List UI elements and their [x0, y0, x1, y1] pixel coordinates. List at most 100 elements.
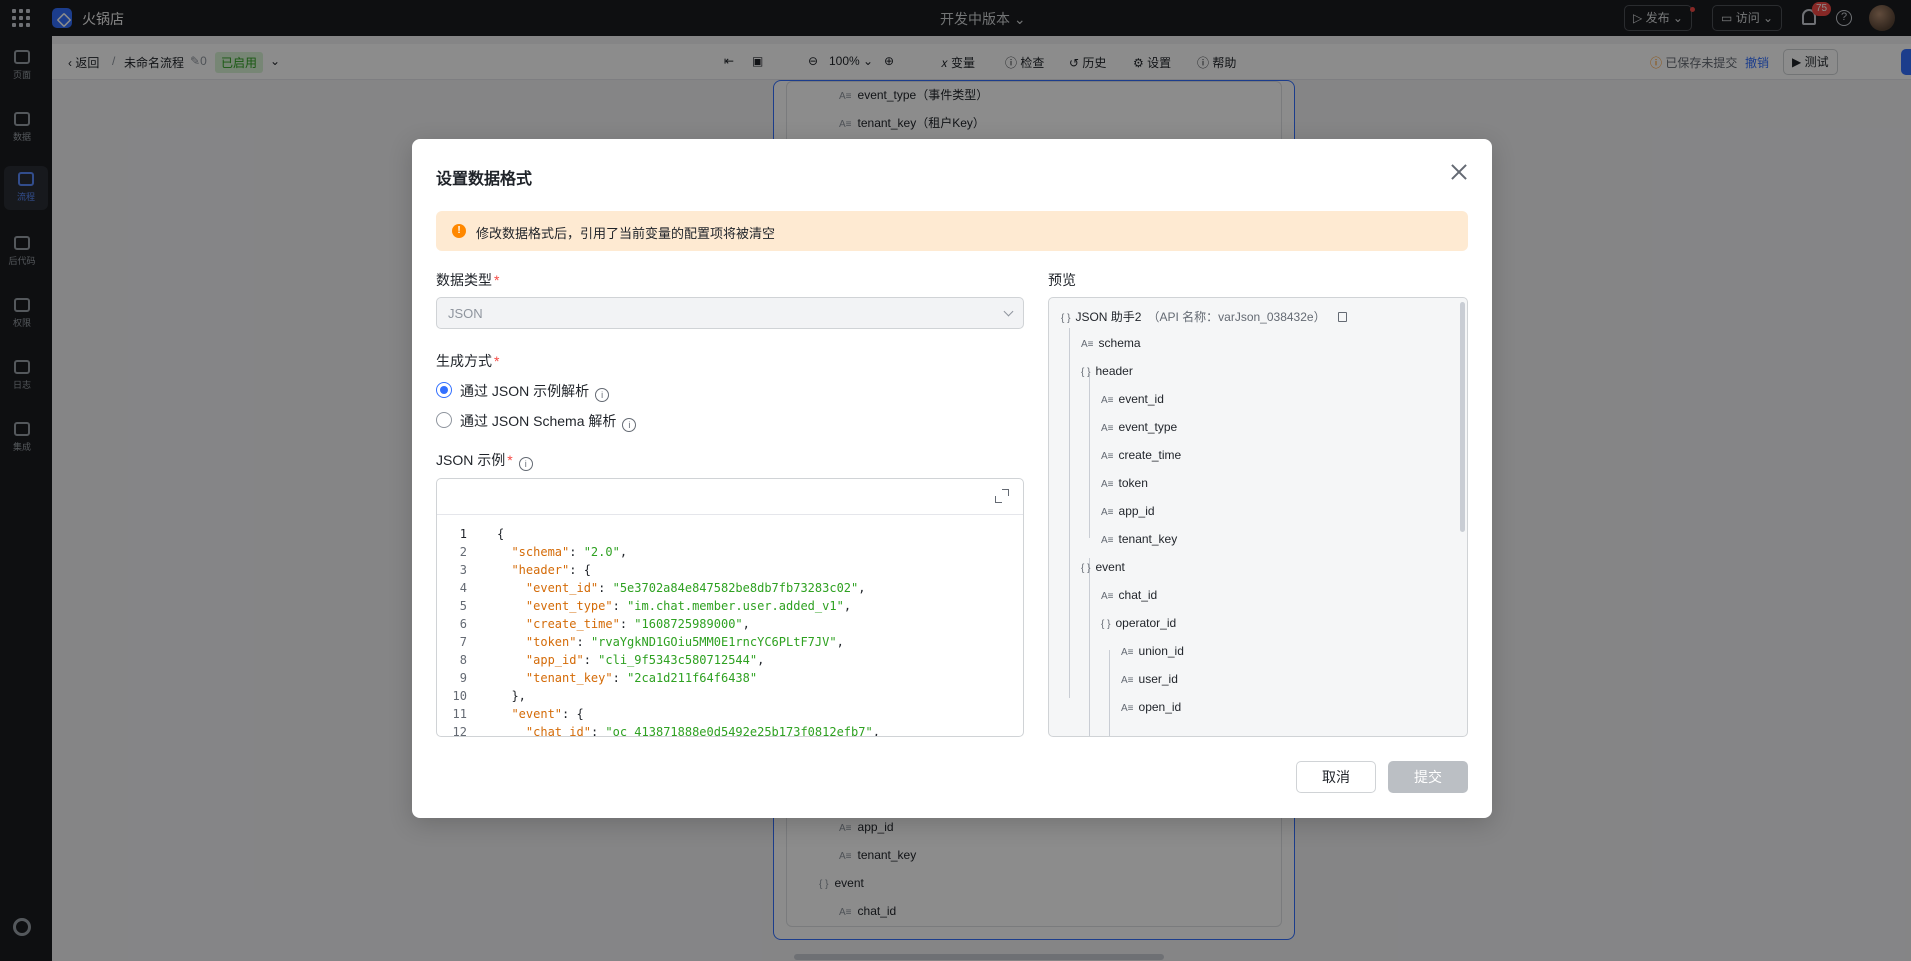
- preview-item-name: token: [1118, 476, 1148, 490]
- expand-icon[interactable]: [995, 489, 1009, 503]
- code-token: :: [612, 599, 628, 613]
- code-line: 2 "schema": "2.0",: [437, 543, 1023, 561]
- preview-scrollbar[interactable]: [1460, 302, 1465, 532]
- gen-method-label: 生成方式 *: [436, 351, 499, 371]
- object-type-icon: { }: [1081, 563, 1091, 574]
- object-type-icon: { }: [1081, 367, 1091, 378]
- gen-method-label-text: 生成方式: [436, 353, 492, 369]
- radio-label-text: 通过 JSON 示例解析: [460, 383, 590, 399]
- text-type-icon: A≡: [1101, 423, 1114, 434]
- code-line: 4 "event_id": "5e3702a84e847582be8db7fb7…: [437, 579, 1023, 597]
- code-text: "event": {: [497, 705, 584, 723]
- text-type-icon: A≡: [1101, 479, 1114, 490]
- preview-tree-item: A≡ create_time: [1101, 448, 1181, 468]
- tree-guide-line: [1069, 328, 1070, 698]
- preview-tree-item: A≡ token: [1101, 476, 1148, 496]
- info-icon[interactable]: i: [622, 418, 637, 432]
- code-token: ,: [619, 545, 628, 559]
- code-token: "2.0": [583, 545, 620, 559]
- alert-text: 修改数据格式后，引用了当前变量的配置项将被清空: [476, 226, 776, 241]
- data-type-value: JSON: [448, 306, 483, 321]
- line-number: 8: [459, 653, 467, 667]
- preview-item-name: union_id: [1138, 644, 1184, 658]
- code-text: "event_id": "5e3702a84e847582be8db7fb732…: [497, 579, 866, 597]
- cancel-button[interactable]: 取消: [1296, 761, 1376, 793]
- data-type-label-text: 数据类型: [436, 272, 492, 288]
- line-number: 1: [459, 527, 467, 541]
- code-token: "schema": [511, 545, 570, 559]
- code-line: 8 "app_id": "cli_9f5343c580712544",: [437, 651, 1023, 669]
- line-number: 11: [452, 707, 467, 721]
- code-token: "tenant_key": [525, 671, 613, 685]
- info-icon[interactable]: i: [595, 388, 610, 402]
- code-token: :: [583, 653, 599, 667]
- preview-root: { } JSON 助手2 （API 名称：varJson_038432e）: [1061, 308, 1347, 328]
- code-token: "event_type": [525, 599, 613, 613]
- line-number: 7: [459, 635, 467, 649]
- code-area[interactable]: 1{2 "schema": "2.0", 3 "header": {4 "even…: [437, 525, 1023, 737]
- data-type-label: 数据类型 *: [436, 270, 499, 290]
- preview-tree: { } JSON 助手2 （API 名称：varJson_038432e） A≡ sch…: [1048, 297, 1468, 737]
- code-token: {: [497, 527, 505, 541]
- preview-tree-item: A≡ event_id: [1101, 392, 1164, 412]
- preview-root-name: JSON 助手2: [1075, 310, 1142, 324]
- object-type-icon: { }: [1061, 313, 1071, 324]
- preview-item-name: schema: [1098, 336, 1141, 350]
- code-token: "oc_413871888e0d5492e25b173f0812efb7": [605, 725, 873, 737]
- code-text: "header": {: [497, 561, 590, 579]
- json-example-label: JSON 示例 * i: [436, 450, 533, 471]
- radio-button[interactable]: [436, 412, 452, 428]
- preview-item-name: chat_id: [1118, 588, 1158, 602]
- json-example-label-text: JSON 示例: [436, 452, 506, 468]
- text-type-icon: A≡: [1121, 675, 1134, 686]
- code-line: 12 "chat_id": "oc_413871888e0d5492e25b17…: [437, 723, 1023, 737]
- preview-item-name: open_id: [1138, 700, 1182, 714]
- text-type-icon: A≡: [1081, 339, 1094, 350]
- text-type-icon: A≡: [1121, 703, 1134, 714]
- preview-tree-item: A≡ event_type: [1101, 420, 1177, 440]
- preview-tree-item: A≡ tenant_key: [1101, 532, 1177, 552]
- preview-item-name: user_id: [1138, 672, 1178, 686]
- text-type-icon: A≡: [1101, 451, 1114, 462]
- line-number: 3: [459, 563, 467, 577]
- radio-button-checked[interactable]: [436, 382, 452, 398]
- dialog-title: 设置数据格式: [436, 171, 533, 188]
- code-token: "header": [511, 563, 570, 577]
- line-number: 6: [459, 617, 467, 631]
- code-line: 11 "event": {: [437, 705, 1023, 723]
- code-token: "1608725989000": [634, 617, 743, 631]
- data-type-select[interactable]: JSON: [436, 297, 1024, 329]
- info-icon[interactable]: i: [518, 457, 533, 471]
- required-mark: *: [494, 272, 500, 288]
- line-number: 2: [459, 545, 467, 559]
- copy-icon[interactable]: [1337, 312, 1347, 322]
- warning-icon: !: [452, 224, 466, 238]
- text-type-icon: A≡: [1101, 591, 1114, 602]
- code-text: "chat_id": "oc_413871888e0d5492e25b173f0…: [497, 723, 880, 737]
- code-token: "chat_id": [525, 725, 591, 737]
- line-number: 4: [459, 581, 467, 595]
- code-token: ,: [836, 635, 844, 649]
- required-mark: *: [507, 452, 513, 468]
- preview-item-name: operator_id: [1115, 616, 1177, 630]
- preview-tree-item: A≡ schema: [1081, 336, 1141, 356]
- preview-tree-item: { } event: [1081, 560, 1125, 580]
- preview-item-name: tenant_key: [1118, 532, 1178, 546]
- code-text: "app_id": "cli_9f5343c580712544",: [497, 651, 764, 669]
- close-icon[interactable]: [1448, 161, 1470, 183]
- line-number: 10: [452, 689, 467, 703]
- code-token: :: [619, 617, 635, 631]
- code-token: : {: [562, 707, 584, 721]
- code-text: "token": "rvaYgkND1GOiu5MM0E1rncYC6PLtF7…: [497, 633, 844, 651]
- text-type-icon: A≡: [1101, 535, 1114, 546]
- tree-guide-line: [1109, 650, 1110, 736]
- preview-tree-item: A≡ app_id: [1101, 504, 1155, 524]
- preview-label: 预览: [1048, 272, 1076, 288]
- code-text: "create_time": "1608725989000",: [497, 615, 750, 633]
- submit-button[interactable]: 提交: [1388, 761, 1468, 793]
- json-editor[interactable]: 1{2 "schema": "2.0", 3 "header": {4 "even…: [436, 478, 1024, 737]
